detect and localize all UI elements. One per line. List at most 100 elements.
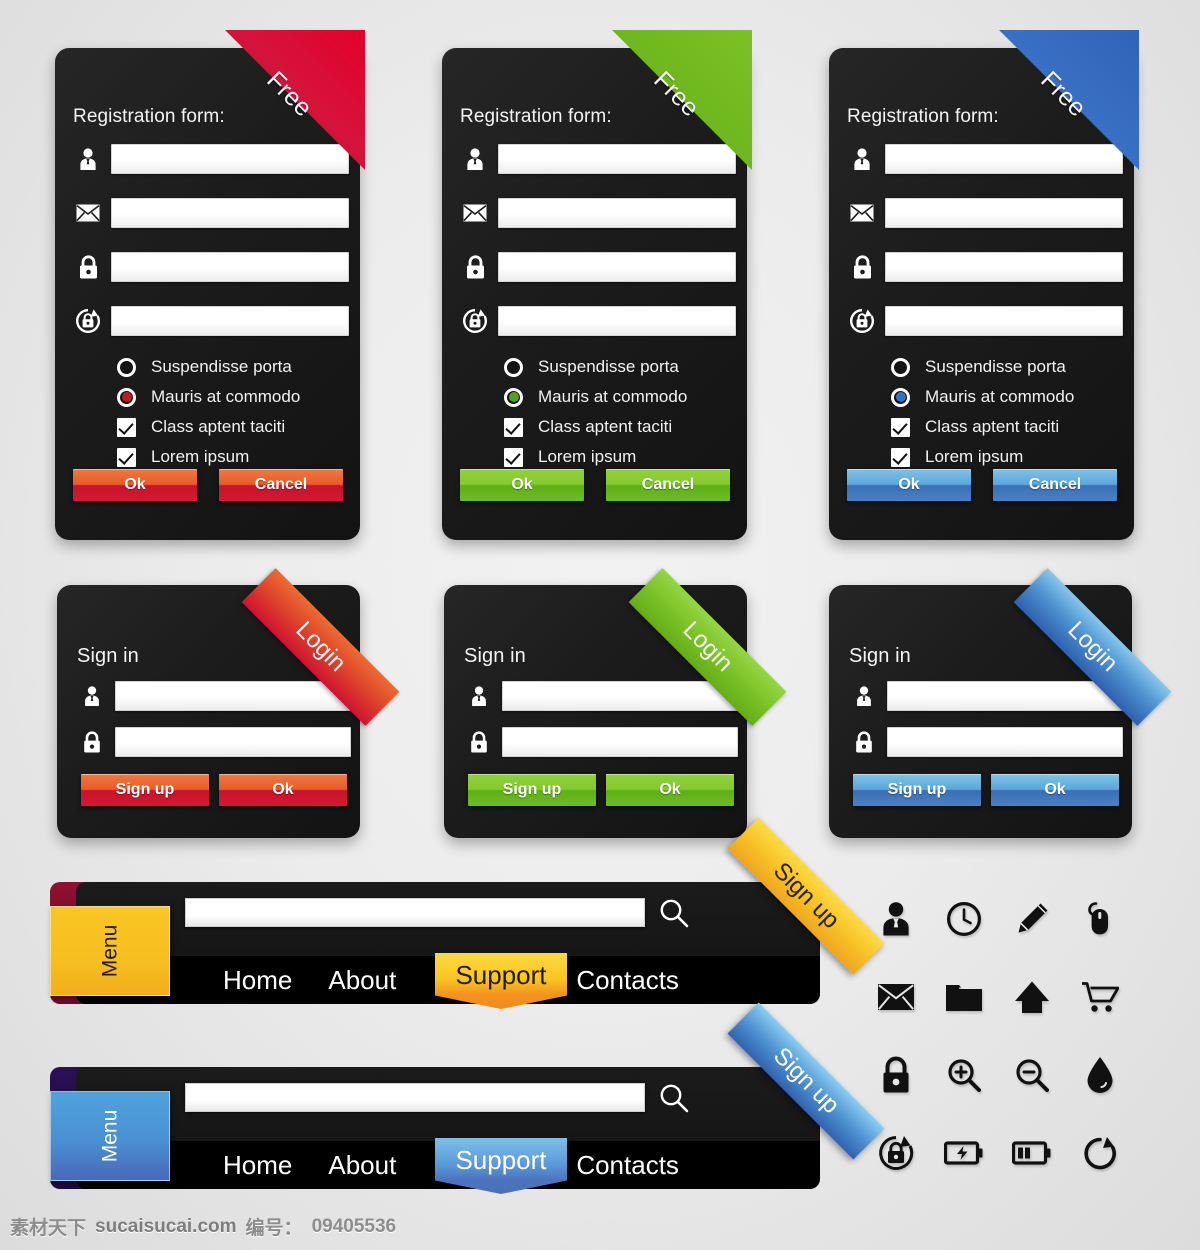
confirm-password-input[interactable] xyxy=(498,306,736,336)
password-input[interactable] xyxy=(885,252,1123,282)
email-input[interactable] xyxy=(885,198,1123,228)
password-input[interactable] xyxy=(115,727,351,757)
radio-icon[interactable] xyxy=(504,387,523,407)
radio-option[interactable]: Suspendisse porta xyxy=(891,352,1074,382)
envelope-icon[interactable] xyxy=(862,958,930,1036)
watermark-brand: 素材天下 xyxy=(10,1218,87,1239)
checkbox-icon[interactable] xyxy=(504,417,523,437)
button-row: Ok Cancel xyxy=(460,469,730,501)
search-input[interactable] xyxy=(185,1083,645,1112)
checkbox-icon[interactable] xyxy=(504,447,523,467)
ribbon-label: Login xyxy=(241,568,400,726)
mouse-icon[interactable] xyxy=(1066,880,1134,958)
battery-charging-icon[interactable] xyxy=(930,1114,998,1192)
checkbox-option[interactable]: Class aptent taciti xyxy=(891,412,1074,442)
lock-refresh-icon[interactable] xyxy=(862,1114,930,1192)
field-row xyxy=(847,198,1123,228)
field-row xyxy=(77,727,351,757)
nav-link-about[interactable]: About xyxy=(310,965,414,996)
email-input[interactable] xyxy=(111,198,349,228)
cancel-button[interactable]: Cancel xyxy=(606,469,730,501)
checkbox-icon[interactable] xyxy=(891,447,910,467)
ok-button[interactable]: Ok xyxy=(606,774,734,806)
radio-option[interactable]: Mauris at commodo xyxy=(117,382,300,412)
field-row xyxy=(460,252,736,282)
sign-up-button[interactable]: Sign up xyxy=(468,774,596,806)
email-input[interactable] xyxy=(498,198,736,228)
ok-button[interactable]: Ok xyxy=(991,774,1119,806)
radio-option[interactable]: Mauris at commodo xyxy=(504,382,687,412)
battery-half-icon[interactable] xyxy=(998,1114,1066,1192)
ok-button[interactable]: Ok xyxy=(460,469,584,501)
sign-up-button[interactable]: Sign up xyxy=(81,774,209,806)
password-input[interactable] xyxy=(498,252,736,282)
checkbox-option[interactable]: Lorem ipsum xyxy=(504,442,687,472)
password-input[interactable] xyxy=(502,727,738,757)
magnifier-icon[interactable] xyxy=(658,1082,690,1119)
zoom-in-icon[interactable] xyxy=(930,1036,998,1114)
ok-button[interactable]: Ok xyxy=(73,469,197,501)
navbar-yellow: Menu Home About Contacts Support Sign up xyxy=(50,817,885,1009)
field-row xyxy=(73,306,349,336)
menu-tab[interactable]: Menu xyxy=(50,906,170,996)
password-input[interactable] xyxy=(887,727,1123,757)
ribbon-label: Login xyxy=(628,568,787,726)
menu-tab-label: Menu xyxy=(98,1109,121,1163)
password-input[interactable] xyxy=(111,252,349,282)
lock-icon[interactable] xyxy=(862,1036,930,1114)
ok-button[interactable]: Ok xyxy=(847,469,971,501)
nav-link-home[interactable]: Home xyxy=(205,965,310,996)
ok-button[interactable]: Ok xyxy=(219,774,347,806)
envelope-icon xyxy=(460,198,490,228)
radio-icon[interactable] xyxy=(117,387,136,407)
sign-up-button[interactable]: Sign up xyxy=(853,774,981,806)
page-title: Sign in xyxy=(464,645,526,667)
magnifier-icon[interactable] xyxy=(658,897,690,934)
radio-option[interactable]: Suspendisse porta xyxy=(504,352,687,382)
folder-icon[interactable] xyxy=(930,958,998,1036)
checkbox-option[interactable]: Lorem ipsum xyxy=(891,442,1074,472)
page-title: Registration form: xyxy=(460,106,612,127)
refresh-icon[interactable] xyxy=(1066,1114,1134,1192)
confirm-password-input[interactable] xyxy=(885,306,1123,336)
cart-icon[interactable] xyxy=(1066,958,1134,1036)
home-icon[interactable] xyxy=(998,958,1066,1036)
signin-form-blue: Sign in Sign up Ok Login xyxy=(829,568,1172,838)
checkbox-option[interactable]: Class aptent taciti xyxy=(117,412,300,442)
checkbox-label: Class aptent taciti xyxy=(151,417,286,436)
radio-icon[interactable] xyxy=(117,357,136,377)
cancel-button[interactable]: Cancel xyxy=(993,469,1117,501)
checkbox-icon[interactable] xyxy=(117,417,136,437)
page-title: Registration form: xyxy=(73,106,225,127)
pencil-icon[interactable] xyxy=(998,880,1066,958)
user-icon[interactable] xyxy=(862,880,930,958)
confirm-password-input[interactable] xyxy=(111,306,349,336)
icon-grid xyxy=(862,880,1134,1192)
nav-link-contacts[interactable]: Contacts xyxy=(558,965,697,996)
nav-link-contacts[interactable]: Contacts xyxy=(558,1150,697,1181)
nav-link-home[interactable]: Home xyxy=(205,1150,310,1181)
page-title: Sign in xyxy=(77,645,139,667)
button-row: Sign up Ok xyxy=(468,774,734,806)
cancel-button[interactable]: Cancel xyxy=(219,469,343,501)
radio-icon[interactable] xyxy=(891,387,910,407)
droplet-icon[interactable] xyxy=(1066,1036,1134,1114)
radio-icon[interactable] xyxy=(891,357,910,377)
search-input[interactable] xyxy=(185,898,645,927)
radio-option[interactable]: Suspendisse porta xyxy=(117,352,300,382)
clock-icon[interactable] xyxy=(930,880,998,958)
nav-link-about[interactable]: About xyxy=(310,1150,414,1181)
checkbox-option[interactable]: Lorem ipsum xyxy=(117,442,300,472)
options-list: Suspendisse porta Mauris at commodo Clas… xyxy=(117,352,300,472)
registration-form-red: Registration form: Suspendisse porta Mau… xyxy=(55,30,365,540)
zoom-out-icon[interactable] xyxy=(998,1036,1066,1114)
lock-icon xyxy=(847,252,877,282)
radio-icon[interactable] xyxy=(504,357,523,377)
user-icon xyxy=(77,681,107,711)
checkbox-icon[interactable] xyxy=(117,447,136,467)
checkbox-icon[interactable] xyxy=(891,417,910,437)
menu-tab[interactable]: Menu xyxy=(50,1091,170,1181)
checkbox-option[interactable]: Class aptent taciti xyxy=(504,412,687,442)
checkbox-label: Lorem ipsum xyxy=(151,447,250,466)
radio-option[interactable]: Mauris at commodo xyxy=(891,382,1074,412)
